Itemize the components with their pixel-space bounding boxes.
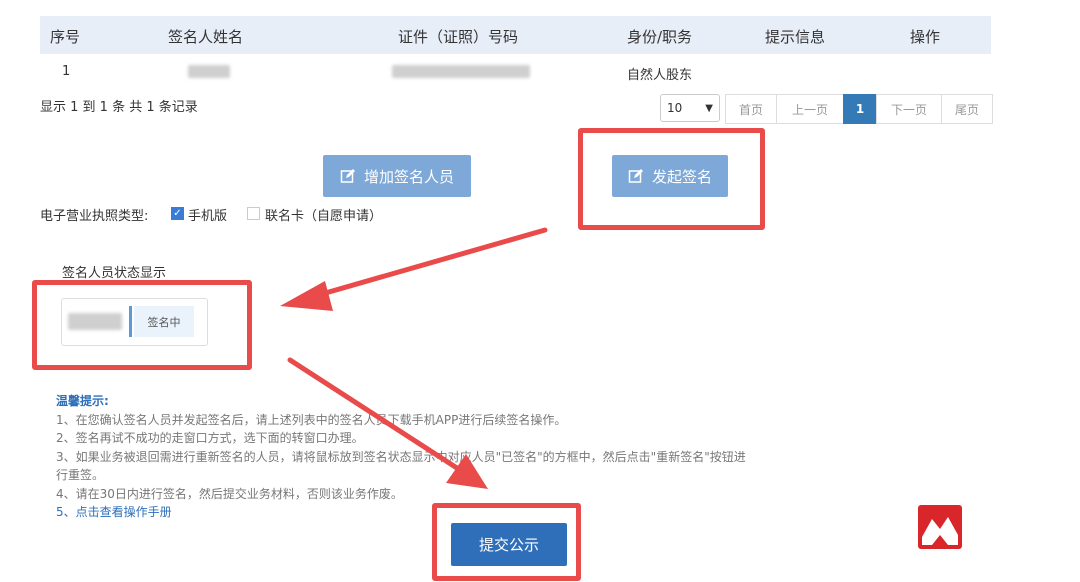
arrow-to-submit: [287, 357, 488, 489]
annotation-arrows: [280, 227, 548, 489]
mountain-logo: [918, 505, 962, 549]
arrow-to-status: [280, 227, 548, 311]
